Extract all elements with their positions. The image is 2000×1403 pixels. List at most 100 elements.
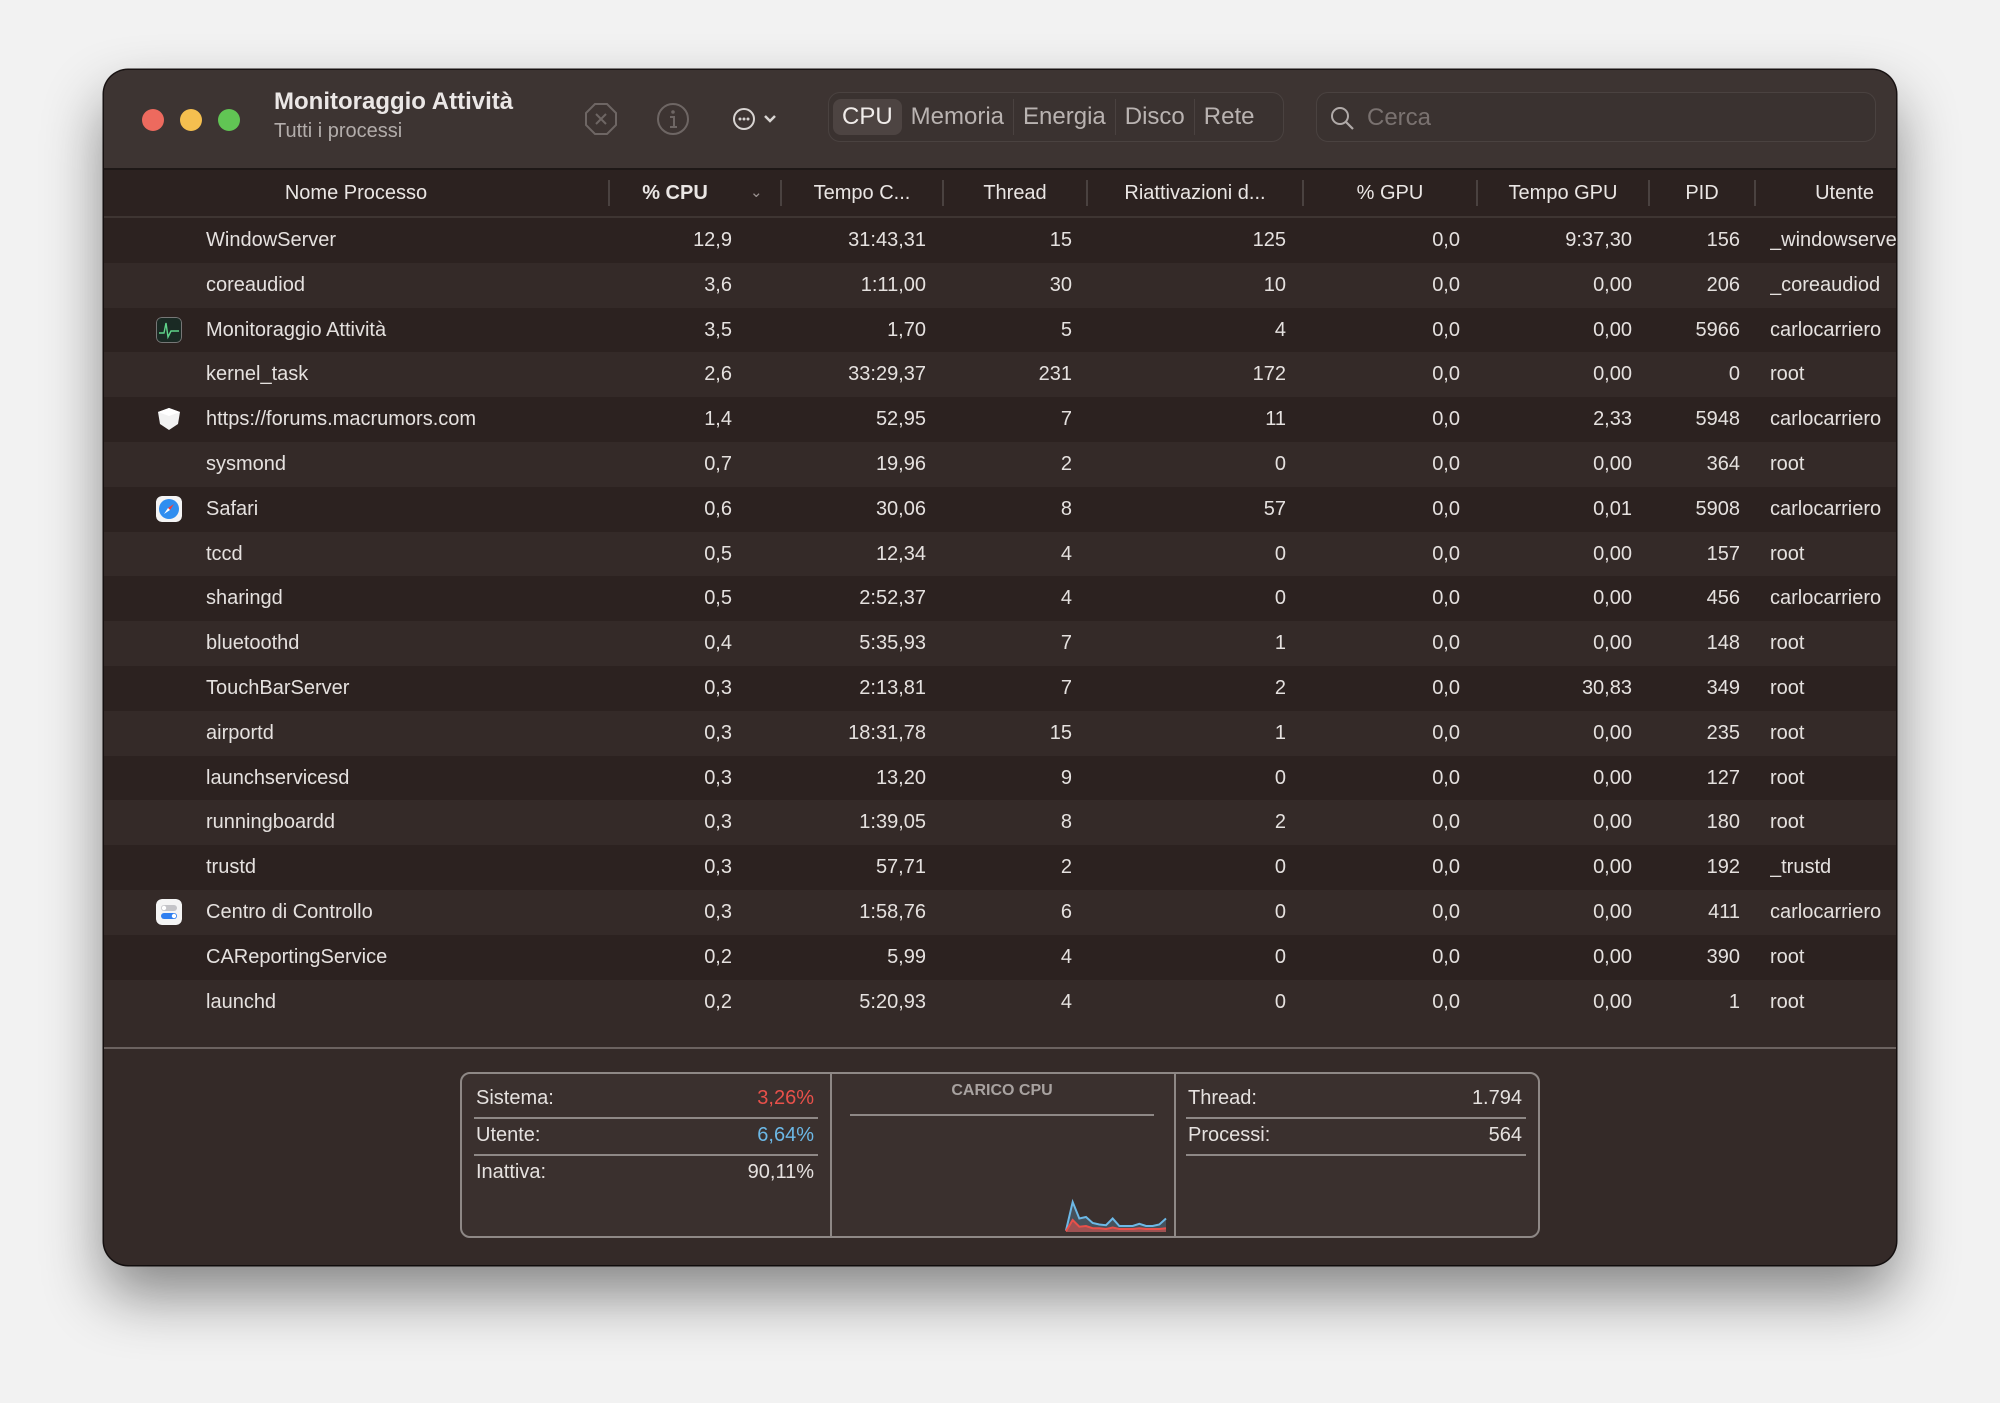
zoom-window-button[interactable] (218, 109, 240, 131)
table-row[interactable]: launchd 0,2 5:20,93 4 0 0,0 0,00 1 root (104, 979, 1896, 1025)
safari-icon (156, 495, 182, 522)
stat-processes-label: Processi: (1188, 1124, 1271, 1146)
table-row[interactable]: sysmond 0,7 19,96 2 0 0,0 0,00 364 root (104, 441, 1896, 487)
column-header-pid[interactable]: PID (1650, 170, 1754, 216)
cell-cpu-time: 5,99 (887, 945, 926, 968)
table-row[interactable]: Monitoraggio Attività 3,5 1,70 5 4 0,0 0,00 596… (104, 307, 1896, 353)
cell-process-name: kernel_task (206, 363, 309, 386)
cell-process-name: bluetoothd (206, 632, 300, 655)
more-actions-button[interactable] (730, 102, 790, 136)
cell-cpu: 0,5 (704, 542, 732, 565)
search-field[interactable] (1316, 92, 1876, 142)
cell-cpu-time: 1,70 (887, 318, 926, 341)
cell-cpu-time: 1:39,05 (859, 811, 926, 834)
column-header-process-name[interactable]: Nome Processo (104, 170, 608, 216)
stop-process-button[interactable] (584, 102, 618, 136)
cell-gpu: 0,0 (1432, 676, 1460, 699)
search-icon (1331, 107, 1354, 130)
cell-threads: 7 (1060, 408, 1072, 431)
cell-process-name: TouchBarServer (206, 676, 350, 699)
search-input[interactable] (1365, 99, 1849, 137)
cell-wakeups: 0 (1274, 900, 1286, 923)
table-row[interactable]: sharingd 0,5 2:52,37 4 0 0,0 0,00 456 carlocarri… (104, 576, 1896, 622)
tab-network[interactable]: Rete (1195, 99, 1264, 135)
cell-process-name: coreaudiod (206, 273, 305, 296)
cell-user: _windowserver (1770, 229, 1896, 251)
cell-gpu: 0,0 (1432, 766, 1460, 789)
cell-cpu: 3,6 (704, 273, 732, 296)
column-header-cpu-time[interactable]: Tempo C... (782, 170, 942, 216)
cell-wakeups: 0 (1274, 945, 1286, 968)
cell-gpu: 0,0 (1432, 408, 1460, 431)
cell-gpu-time: 0,00 (1593, 632, 1632, 655)
table-row[interactable]: WindowServer 12,9 31:43,31 15 125 0,0 9:37,30 1… (104, 218, 1896, 263)
table-row[interactable]: TouchBarServer 0,3 2:13,81 7 2 0,0 30,83 349 roo… (104, 665, 1896, 711)
cell-user: carlocarriero (1770, 318, 1882, 341)
column-header-wakeups[interactable]: Riattivazioni d... (1088, 170, 1302, 216)
cell-wakeups: 0 (1274, 542, 1286, 565)
cell-wakeups: 0 (1274, 856, 1286, 879)
table-row[interactable]: Safari 0,6 30,06 8 57 0,0 0,01 5908 carlocarrier… (104, 486, 1896, 532)
info-button[interactable] (656, 102, 690, 136)
tab-memory[interactable]: Memoria (902, 99, 1015, 135)
tab-cpu[interactable]: CPU (833, 99, 902, 135)
cell-pid: 157 (1706, 542, 1740, 565)
cell-wakeups: 2 (1274, 811, 1286, 834)
cell-pid: 364 (1706, 452, 1740, 475)
cell-threads: 6 (1060, 900, 1072, 923)
cell-gpu-time: 0,00 (1593, 452, 1632, 475)
thread-process-counts: Thread: 1.794 Processi: 564 (1174, 1074, 1538, 1236)
cell-threads: 15 (1049, 721, 1072, 744)
table-row[interactable]: CAReportingService 0,2 5,99 4 0 0,0 0,00 390 roo… (104, 934, 1896, 980)
table-row[interactable]: bluetoothd 0,4 5:35,93 7 1 0,0 0,00 148 root (104, 621, 1896, 666)
sort-descending-icon[interactable]: ⌄ (750, 170, 763, 216)
cell-process-name: launchservicesd (206, 766, 350, 789)
stat-processes-value: 564 (1488, 1124, 1522, 1146)
cell-cpu-time: 18:31,78 (848, 721, 926, 744)
cell-gpu-time: 0,00 (1593, 721, 1632, 744)
table-row[interactable]: coreaudiod 3,6 1:11,00 30 10 0,0 0,00 206 _corea… (104, 262, 1896, 308)
column-header-cpu[interactable]: % CPU (610, 170, 740, 216)
cell-cpu: 0,6 (704, 497, 732, 520)
cell-pid: 156 (1706, 229, 1740, 251)
cell-gpu: 0,0 (1432, 900, 1460, 923)
cell-gpu: 0,0 (1432, 811, 1460, 834)
minimize-window-button[interactable] (180, 109, 202, 131)
table-row[interactable]: Centro di Controllo 0,3 1:58,76 6 0 0,0 0,00 41… (104, 889, 1896, 935)
cell-user: root (1770, 542, 1805, 565)
column-header-threads[interactable]: Thread (944, 170, 1086, 216)
cell-user: root (1770, 632, 1805, 655)
table-row[interactable]: https://forums.macrumors.com 1,4 52,95 7 11 0… (104, 397, 1896, 442)
cell-user: root (1770, 811, 1805, 834)
close-window-button[interactable] (142, 109, 164, 131)
cell-process-name: Monitoraggio Attività (206, 318, 387, 341)
column-header-gpu-time[interactable]: Tempo GPU (1478, 170, 1648, 216)
cell-gpu-time: 0,00 (1593, 990, 1632, 1013)
table-row[interactable]: airportd 0,3 18:31,78 15 1 0,0 0,00 235 root (104, 710, 1896, 756)
cell-gpu-time: 0,00 (1593, 766, 1632, 789)
table-row[interactable]: tccd 0,5 12,34 4 0 0,0 0,00 157 root (104, 531, 1896, 577)
tab-energy[interactable]: Energia (1014, 99, 1116, 135)
cell-pid: 206 (1706, 273, 1740, 296)
table-row[interactable]: launchservicesd 0,3 13,20 9 0 0,0 0,00 127 root (104, 755, 1896, 801)
cell-pid: 235 (1706, 721, 1740, 744)
tab-disk[interactable]: Disco (1116, 99, 1195, 135)
cell-pid: 349 (1706, 676, 1740, 699)
table-row[interactable]: trustd 0,3 57,71 2 0 0,0 0,00 192 _trustd (104, 845, 1896, 890)
column-header-user[interactable]: Utente (1756, 170, 1896, 216)
cell-threads: 9 (1060, 766, 1072, 789)
cell-cpu-time: 52,95 (875, 408, 926, 431)
table-row[interactable]: runningboardd 0,3 1:39,05 8 2 0,0 0,00 180 root (104, 800, 1896, 846)
cell-process-name: sharingd (206, 587, 283, 610)
cell-cpu: 3,5 (704, 318, 732, 341)
stop-process-icon (585, 103, 617, 135)
cell-user: root (1770, 676, 1805, 699)
stat-threads-label: Thread: (1188, 1087, 1257, 1109)
view-subtitle: Tutti i processi (274, 120, 403, 142)
cell-user: _coreaudiod (1770, 273, 1881, 296)
cell-gpu: 0,0 (1432, 990, 1460, 1013)
table-row[interactable]: kernel_task 2,6 33:29,37 231 172 0,0 0,00 0 root (104, 352, 1896, 398)
column-header-gpu[interactable]: % GPU (1304, 170, 1476, 216)
cell-threads: 15 (1049, 229, 1072, 251)
cell-gpu: 0,0 (1432, 452, 1460, 475)
